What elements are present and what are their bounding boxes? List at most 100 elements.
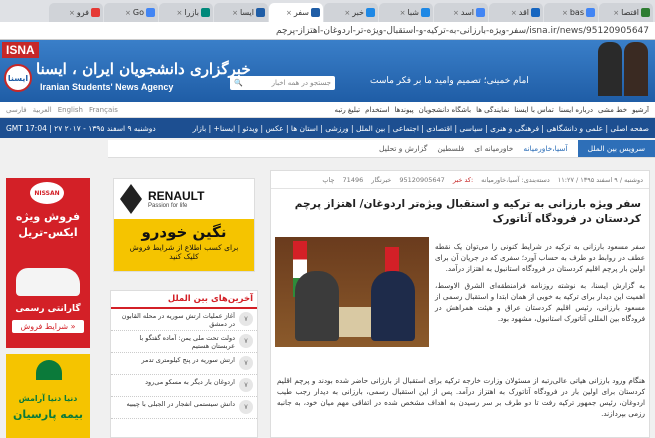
- browser-tab[interactable]: Go ×: [104, 3, 158, 22]
- print-button[interactable]: چاپ: [322, 176, 334, 184]
- utility-link[interactable]: تماس با ایسنا: [514, 106, 554, 114]
- utility-link[interactable]: استخدام: [365, 106, 389, 114]
- reporter-label: خبرنگار: [371, 175, 392, 184]
- tab-label: خبر: [352, 8, 364, 17]
- language-link[interactable]: English: [58, 106, 83, 114]
- browser-tab[interactable]: شبا ×: [379, 3, 433, 22]
- latest-news-item[interactable]: ۷ اردوغان بار دیگر به مسکو می‌رود: [111, 375, 257, 397]
- nissan-ad-banner[interactable]: NISSAN فروش ویژه ایکس-تریل گارانتی رسمی …: [6, 178, 90, 348]
- news-code-label: کد خبر:: [452, 175, 474, 184]
- breadcrumb-item[interactable]: گزارش و تحلیل: [379, 144, 427, 153]
- search-icon[interactable]: 🔍: [234, 79, 243, 87]
- latest-news-item[interactable]: ۷ دانش سیستمی انفجار در الجبلی با چیبیه: [111, 397, 257, 419]
- header-slogan: امام خمینی؛ تصمیم وامید ما بر فکر ماست: [370, 76, 529, 86]
- breadcrumb-item[interactable]: خاورمیانه ای: [474, 144, 513, 153]
- utility-link[interactable]: باشگاه دانشجویان: [419, 106, 471, 114]
- latest-news-item[interactable]: ۷ دولت تحت ملی یمن: آماده گفتگو با عربستا…: [111, 331, 257, 353]
- tab-label: اقتصا: [621, 8, 639, 17]
- isna-logo[interactable]: ISNA: [2, 42, 39, 58]
- latest-news-item[interactable]: ۷ ارتش سوریه در پنج کیلومتری تدمر: [111, 353, 257, 375]
- tab-close-icon[interactable]: ×: [562, 9, 568, 17]
- browser-tab[interactable]: سفر ×: [269, 3, 323, 22]
- main-nav-links[interactable]: صفحه اصلی | علمی و دانشگاهی | فرهنگی و ه…: [156, 124, 649, 133]
- language-link[interactable]: العربية: [33, 106, 52, 114]
- site-header: ISNA ایسنا خبرگزاری دانشجویان ایران ، ای…: [0, 40, 655, 102]
- utility-link[interactable]: آرشیو: [632, 106, 649, 114]
- tab-label: Go: [132, 8, 144, 17]
- tab-close-icon[interactable]: ×: [232, 9, 238, 17]
- latest-news-text[interactable]: اردوغان بار دیگر به مسکو می‌رود: [115, 378, 235, 394]
- site-name: خبرگزاری دانشجویان ایران ، ایسنا: [36, 60, 251, 78]
- news-code: 95120905647: [399, 175, 445, 184]
- tab-label: اسد: [460, 8, 474, 17]
- latest-news-number: ۷: [239, 356, 253, 370]
- ad-line-2: ایکس-تریل: [18, 226, 78, 239]
- tab-close-icon[interactable]: ×: [613, 9, 619, 17]
- utility-link[interactable]: خط مشی: [598, 106, 627, 114]
- renault-logo-icon: [120, 184, 142, 214]
- breadcrumb: سرویس بین الملل آسیا،خاورمیانه خاورمیانه…: [108, 140, 655, 158]
- tab-close-icon[interactable]: ×: [453, 9, 459, 17]
- address-bar[interactable]: isna.ir/news/95120905647/سفر-ویژه-بارزان…: [0, 22, 655, 40]
- tab-favicon-icon: [201, 8, 210, 17]
- latest-news-item[interactable]: ۷ آغاز عملیات ارتش سوریه در محله القابون …: [111, 309, 257, 331]
- article-date: دوشنبه / ۹ اسفند ۱۳۹۵ / ۱۱:۲۷: [557, 175, 643, 184]
- section-international[interactable]: سرویس بین الملل: [577, 140, 655, 157]
- browser-tab[interactable]: بازرا ×: [159, 3, 213, 22]
- latest-news-text[interactable]: آغاز عملیات ارتش سوریه در محله القابون د…: [115, 312, 235, 328]
- browser-tab[interactable]: bas ×: [544, 3, 598, 22]
- tab-label: اقد: [518, 8, 529, 17]
- tab-favicon-icon: [586, 8, 595, 17]
- search-input[interactable]: جستجو در همه اخبار 🔍: [230, 76, 335, 90]
- person-left: [295, 271, 339, 341]
- browser-tab[interactable]: ایسا ×: [214, 3, 268, 22]
- tab-favicon-icon: [311, 8, 320, 17]
- parsian-insurance-ad[interactable]: دنیا دنیا آرامش بیمه پارسیان: [6, 354, 90, 438]
- ad2-line-2: بیمه پارسیان: [13, 408, 83, 421]
- utility-link[interactable]: نمایندگی ها: [476, 106, 509, 114]
- breadcrumb-item[interactable]: آسیا،خاورمیانه: [523, 144, 567, 153]
- tab-label: ایسا: [239, 8, 254, 17]
- utility-link[interactable]: تبلیغ رتبه: [335, 106, 361, 114]
- renault-ad-line-3[interactable]: کلیک کنید: [114, 252, 254, 261]
- browser-tab[interactable]: اقتصا ×: [599, 3, 653, 22]
- breadcrumb-item[interactable]: فلسطین: [437, 144, 464, 153]
- renault-tagline: Passion for life: [148, 203, 188, 209]
- latest-news-number: ۷: [239, 378, 253, 392]
- tab-label: bas: [569, 8, 584, 17]
- renault-ad-banner[interactable]: RENAULT Passion for life نگین خودرو برای…: [113, 178, 255, 272]
- tab-close-icon[interactable]: ×: [286, 9, 292, 17]
- utility-link[interactable]: درباره ایسنا: [559, 106, 593, 114]
- latest-news-text[interactable]: دولت تحت ملی یمن: آماده گفتگو با عربستان…: [115, 334, 235, 350]
- renault-brand: RENAULT: [148, 189, 205, 203]
- language-link[interactable]: Français: [89, 106, 118, 114]
- browser-tab[interactable]: فرو ×: [49, 3, 103, 22]
- article-body-top: سفر مسعود بارزانی به ترکیه در شرایط کنون…: [435, 241, 645, 324]
- tab-close-icon[interactable]: ×: [511, 9, 517, 17]
- tab-close-icon[interactable]: ×: [125, 9, 131, 17]
- latest-news-text[interactable]: دانش سیستمی انفجار در الجبلی با چیبیه: [115, 400, 235, 416]
- article-category[interactable]: دسته‌بندی: آسیا،خاورمیانه: [481, 176, 550, 184]
- tab-close-icon[interactable]: ×: [69, 9, 75, 17]
- view-count: 71496: [342, 175, 364, 184]
- utility-link[interactable]: پیوندها: [395, 106, 414, 114]
- browser-tab[interactable]: اسد ×: [434, 3, 488, 22]
- article-photo[interactable]: [275, 237, 429, 347]
- renault-ad-line-2: برای کسب اطلاع از شرایط فروش: [129, 243, 239, 252]
- ad-line-1: فروش ویژه: [15, 210, 81, 223]
- tab-favicon-icon: [421, 8, 430, 17]
- latest-news-text[interactable]: ارتش سوریه در پنج کیلومتری تدمر: [115, 356, 235, 372]
- browser-tab[interactable]: اقد ×: [489, 3, 543, 22]
- nissan-logo: NISSAN: [30, 182, 64, 204]
- ad-cta-button[interactable]: شرایط فروش »: [12, 320, 84, 333]
- car-image: [16, 268, 80, 296]
- tab-close-icon[interactable]: ×: [177, 9, 183, 17]
- tab-close-icon[interactable]: ×: [344, 9, 350, 17]
- tab-close-icon[interactable]: ×: [400, 9, 406, 17]
- tab-label: سفر: [293, 8, 309, 17]
- language-link[interactable]: فارسی: [6, 106, 27, 114]
- ad-line-3: گارانتی رسمی: [15, 304, 81, 314]
- browser-tab[interactable]: خبر ×: [324, 3, 378, 22]
- article-paragraph-2: به گزارش ایسنا، به نوشته روزنامه فرامنطق…: [435, 281, 645, 323]
- isna-emblem-icon[interactable]: ایسنا: [4, 64, 32, 92]
